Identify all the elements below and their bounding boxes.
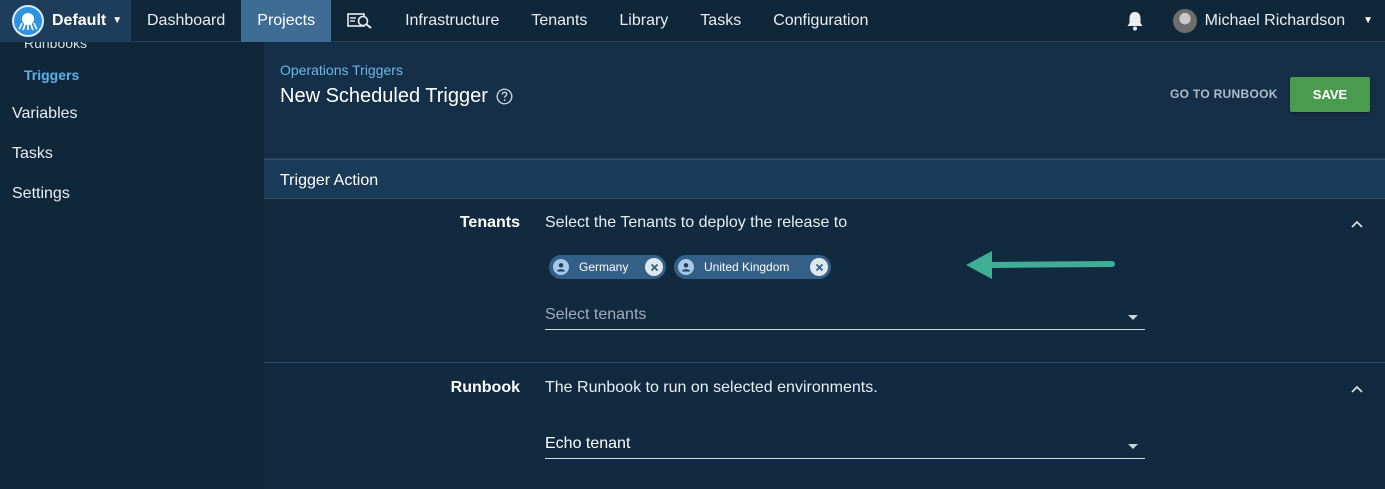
divider: [264, 362, 1385, 363]
space-name: Default: [52, 11, 107, 29]
nav-tasks[interactable]: Tasks: [684, 0, 757, 42]
runbook-select[interactable]: Echo tenant: [545, 429, 1145, 459]
space-switcher[interactable]: Default ▼: [0, 0, 131, 42]
close-icon[interactable]: [810, 258, 828, 276]
runbook-description: The Runbook to run on selected environme…: [545, 379, 878, 396]
chevron-down-icon: ▼: [112, 15, 123, 26]
close-icon[interactable]: [645, 258, 663, 276]
sidebar-item-settings[interactable]: Settings: [12, 185, 70, 203]
sidebar-item-runbooks[interactable]: Runbooks: [24, 42, 87, 51]
nav-tenants[interactable]: Tenants: [515, 0, 603, 42]
page-title: New Scheduled Trigger: [280, 85, 513, 108]
select-tenants-placeholder: Select tenants: [545, 306, 647, 323]
nav-infrastructure[interactable]: Infrastructure: [389, 0, 515, 42]
user-icon: [678, 259, 694, 275]
sidebar-item-variables[interactable]: Variables: [12, 105, 78, 123]
user-name: Michael Richardson: [1204, 11, 1346, 29]
save-button[interactable]: SAVE: [1290, 77, 1370, 112]
dropdown-caret-icon: [1127, 437, 1139, 455]
search-machines-icon: [347, 12, 372, 29]
top-navigation: Default ▼ Dashboard Projects Infrastruct…: [0, 0, 1385, 42]
user-icon: [553, 259, 569, 275]
tenant-chip-label: Germany: [579, 260, 629, 274]
sidebar-item-triggers[interactable]: Triggers: [24, 67, 79, 83]
sidebar: Runbooks Triggers Variables Tasks Settin…: [0, 42, 264, 489]
nav-right: Michael Richardson ▼: [1113, 0, 1385, 42]
runbook-select-value: Echo tenant: [545, 435, 631, 452]
user-menu[interactable]: Michael Richardson ▼: [1157, 0, 1385, 42]
nav-configuration[interactable]: Configuration: [757, 0, 884, 42]
sidebar-item-tasks[interactable]: Tasks: [12, 145, 53, 163]
runbook-label: Runbook: [450, 379, 520, 396]
octopus-logo-icon: [12, 4, 44, 37]
page-title-text: New Scheduled Trigger: [280, 85, 488, 107]
tenant-chip-label: United Kingdom: [704, 260, 790, 274]
nav-library[interactable]: Library: [603, 0, 684, 42]
section-header: Trigger Action: [264, 159, 1385, 199]
arrow-annotation-icon: [966, 251, 1115, 279]
tenants-label: Tenants: [459, 214, 520, 231]
nav-search-icon[interactable]: [331, 0, 389, 42]
nav-dashboard[interactable]: Dashboard: [131, 0, 241, 42]
chevron-up-icon[interactable]: [1350, 216, 1364, 234]
breadcrumb[interactable]: Operations Triggers: [280, 62, 403, 78]
chevron-down-icon: ▼: [1363, 15, 1373, 26]
tenants-description: Select the Tenants to deploy the release…: [545, 214, 848, 231]
nav-projects[interactable]: Projects: [241, 0, 332, 42]
avatar: [1172, 8, 1197, 33]
section-title: Trigger Action: [280, 172, 379, 189]
help-icon[interactable]: [496, 88, 513, 105]
tenant-chip: United Kingdom: [674, 255, 831, 279]
chevron-up-icon[interactable]: [1350, 381, 1364, 399]
main-content: Operations Triggers New Scheduled Trigge…: [264, 42, 1385, 489]
go-to-runbook-button[interactable]: GO TO RUNBOOK: [1170, 87, 1278, 101]
dropdown-caret-icon: [1127, 308, 1139, 326]
select-tenants-dropdown[interactable]: Select tenants: [545, 300, 1145, 330]
bell-icon[interactable]: [1113, 11, 1157, 31]
page-header: Operations Triggers New Scheduled Trigge…: [264, 42, 1385, 160]
tenant-chip: Germany: [549, 255, 666, 279]
